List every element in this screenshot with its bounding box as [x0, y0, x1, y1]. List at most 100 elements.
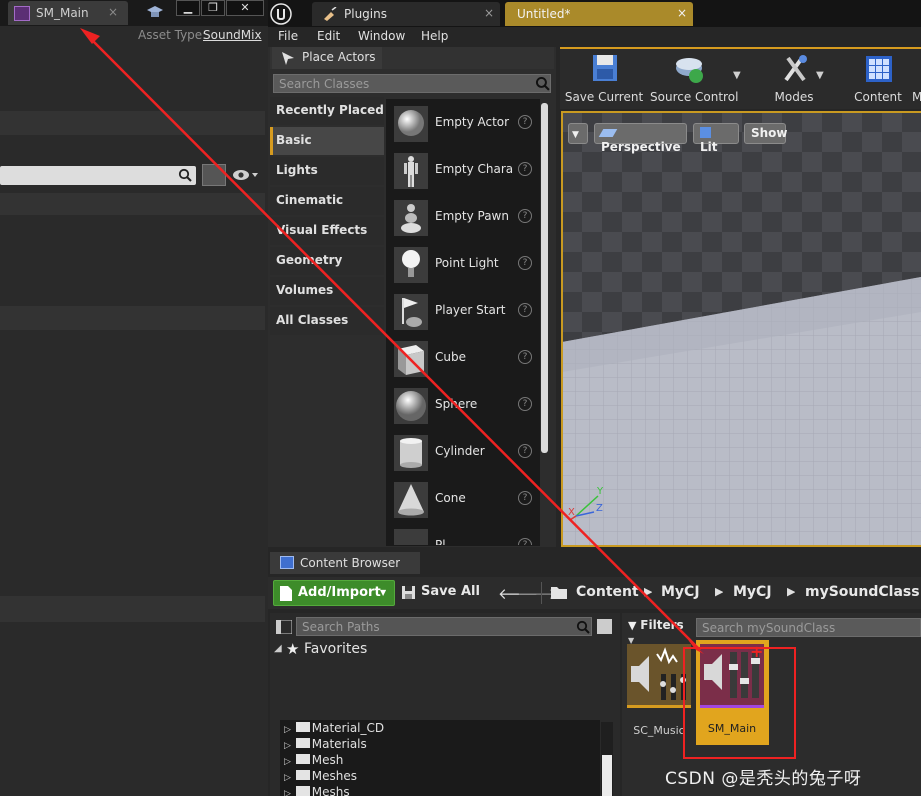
details-search-input[interactable]: [0, 166, 196, 185]
expand-arrow-icon[interactable]: ▷: [284, 725, 291, 735]
source-control-button[interactable]: Source Control: [650, 50, 738, 108]
category-all-classes[interactable]: All Classes: [270, 307, 384, 335]
filters-button[interactable]: ▼ Filters ▼: [628, 618, 692, 645]
close-icon[interactable]: ×: [108, 5, 118, 19]
collapse-arrow-icon[interactable]: ◢: [274, 643, 282, 654]
category-cinematic[interactable]: Cinematic: [270, 187, 384, 215]
help-icon[interactable]: ?: [518, 162, 532, 176]
search-paths-input[interactable]: Search Paths: [296, 617, 592, 636]
folder-item[interactable]: ▷ Material_CD: [284, 721, 384, 737]
category-volumes[interactable]: Volumes: [270, 277, 384, 305]
search-classes-input[interactable]: Search Classes: [273, 74, 551, 93]
help-icon[interactable]: ?: [518, 491, 532, 505]
expand-arrow-icon[interactable]: ▷: [284, 773, 291, 783]
category-geometry[interactable]: Geometry: [270, 247, 384, 275]
category-label: All Classes: [276, 313, 349, 327]
breadcrumb-item[interactable]: MyCJ: [733, 584, 772, 600]
view-options-button[interactable]: [597, 619, 612, 634]
breadcrumb-item[interactable]: MyCJ: [661, 584, 700, 600]
close-icon[interactable]: ×: [484, 6, 494, 20]
chevron-down-icon[interactable]: ▼: [816, 70, 824, 81]
eye-icon[interactable]: [232, 168, 258, 182]
actor-sphere[interactable]: Sphere ?: [390, 384, 538, 424]
actor-point-light[interactable]: Point Light ?: [390, 243, 538, 283]
viewport-options-button[interactable]: ▼: [568, 123, 588, 144]
actor-empty-pawn[interactable]: Empty Pawn ?: [390, 196, 538, 236]
details-category-bar[interactable]: [0, 111, 265, 135]
restore-button[interactable]: ❐: [201, 0, 225, 16]
place-actors-tab[interactable]: Place Actors: [272, 47, 382, 69]
asset-type-link[interactable]: SoundMix: [203, 28, 262, 42]
perspective-button[interactable]: Perspective: [594, 123, 687, 154]
close-icon[interactable]: ×: [677, 6, 687, 20]
help-icon[interactable]: ?: [518, 538, 532, 545]
category-visual-effects[interactable]: Visual Effects: [270, 217, 384, 245]
menu-window[interactable]: Window: [358, 29, 405, 43]
actor-player-start[interactable]: Player Start ?: [390, 290, 538, 330]
category-lights[interactable]: Lights: [270, 157, 384, 185]
details-category-bar[interactable]: [0, 193, 265, 215]
search-icon: [178, 168, 192, 182]
breadcrumb-separator-icon[interactable]: ▶: [715, 585, 723, 598]
save-all-label: Save All: [421, 584, 480, 599]
show-button[interactable]: Show: [744, 123, 788, 144]
help-icon[interactable]: ?: [518, 115, 532, 129]
actor-cube[interactable]: Cube ?: [390, 337, 538, 377]
tab-plugins[interactable]: Plugins ×: [312, 2, 500, 26]
actor-empty-actor[interactable]: Empty Actor ?: [390, 102, 538, 142]
content-button[interactable]: Content: [838, 50, 918, 108]
help-icon[interactable]: ?: [518, 350, 532, 364]
graduation-cap-icon[interactable]: [146, 4, 164, 20]
favorites-label[interactable]: Favorites: [304, 641, 367, 657]
sm-main-tab[interactable]: SM_Main ×: [8, 1, 128, 25]
save-current-button[interactable]: Save Current: [564, 50, 644, 108]
menu-file[interactable]: File: [278, 29, 298, 43]
breadcrumb-item[interactable]: mySoundClass: [805, 584, 920, 600]
tab-untitled[interactable]: Untitled* ×: [505, 2, 693, 26]
folder-item[interactable]: ▷ Meshs: [284, 785, 350, 796]
actor-list-scrollbar[interactable]: [541, 103, 548, 453]
actor-label: Pl: [435, 538, 446, 545]
folder-item[interactable]: ▷ Mesh: [284, 753, 343, 769]
breadcrumb-item[interactable]: Content: [576, 584, 639, 600]
expand-arrow-icon[interactable]: ▷: [284, 789, 291, 796]
empty-pawn-icon: [394, 200, 428, 236]
breadcrumb-separator-icon[interactable]: ▶: [787, 585, 795, 598]
asset-sc-music[interactable]: SC_Music: [627, 644, 691, 744]
chevron-down-icon[interactable]: ▼: [733, 70, 741, 81]
help-icon[interactable]: ?: [518, 397, 532, 411]
actor-cylinder[interactable]: Cylinder ?: [390, 431, 538, 471]
help-icon[interactable]: ?: [518, 209, 532, 223]
marketplace-button[interactable]: M: [912, 90, 921, 104]
add-import-button[interactable]: Add/Import ▼: [273, 580, 395, 606]
help-icon[interactable]: ?: [518, 303, 532, 317]
search-assets-input[interactable]: Search mySoundClass: [696, 618, 921, 637]
expand-arrow-icon[interactable]: ▷: [284, 741, 291, 751]
search-icon: [535, 76, 550, 91]
folder-item[interactable]: ▷ Meshes: [284, 769, 357, 785]
lit-button[interactable]: Lit: [693, 123, 739, 154]
folder-item[interactable]: ▷ Materials: [284, 737, 367, 753]
category-basic[interactable]: Basic: [270, 127, 384, 155]
menu-help[interactable]: Help: [421, 29, 448, 43]
help-icon[interactable]: ?: [518, 256, 532, 270]
minimize-button[interactable]: ▁: [176, 0, 200, 16]
sources-toggle-icon[interactable]: [276, 620, 292, 634]
property-matrix-button[interactable]: [202, 164, 226, 186]
details-category-bar[interactable]: [0, 306, 265, 330]
actor-cone[interactable]: Cone ?: [390, 478, 538, 518]
watermark: CSDN @是秃头的兔子呀: [665, 769, 862, 789]
cube-icon: [394, 341, 428, 377]
folder-scrollbar-thumb[interactable]: [602, 755, 612, 796]
plane-icon: [394, 529, 428, 545]
expand-arrow-icon[interactable]: ▷: [284, 757, 291, 767]
category-recently-placed[interactable]: Recently Placed: [270, 97, 384, 125]
details-category-bar[interactable]: [0, 596, 265, 622]
help-icon[interactable]: ?: [518, 444, 532, 458]
breadcrumb-separator-icon[interactable]: ▶: [644, 585, 652, 598]
menu-edit[interactable]: Edit: [317, 29, 340, 43]
close-window-button[interactable]: ✕: [226, 0, 264, 16]
actor-plane[interactable]: Pl ?: [390, 525, 538, 545]
save-all-button[interactable]: Save All: [402, 582, 488, 604]
actor-empty-character[interactable]: Empty Character ?: [390, 149, 538, 189]
